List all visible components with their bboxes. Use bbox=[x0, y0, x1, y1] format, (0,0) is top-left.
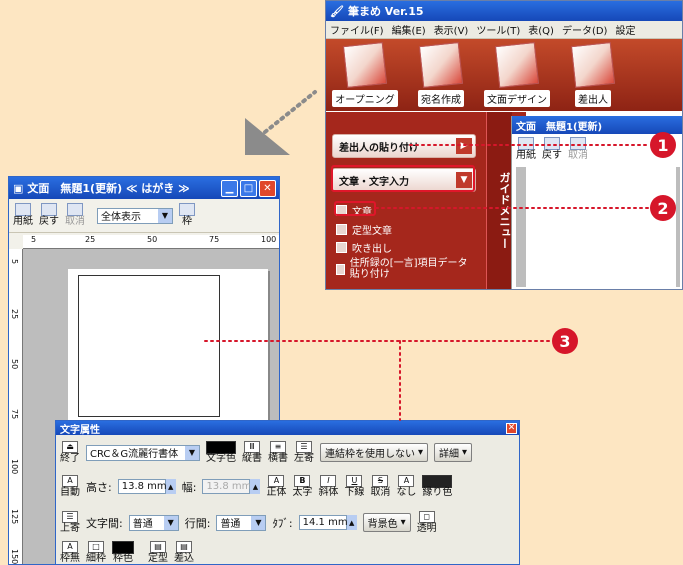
callout-badge-2: 2 bbox=[650, 195, 676, 221]
callout-badge-3: 3 bbox=[552, 328, 578, 354]
callout-lines bbox=[204, 90, 651, 421]
arrow-indicator-icon bbox=[245, 118, 290, 155]
callout-badge-1: 1 bbox=[650, 132, 676, 158]
